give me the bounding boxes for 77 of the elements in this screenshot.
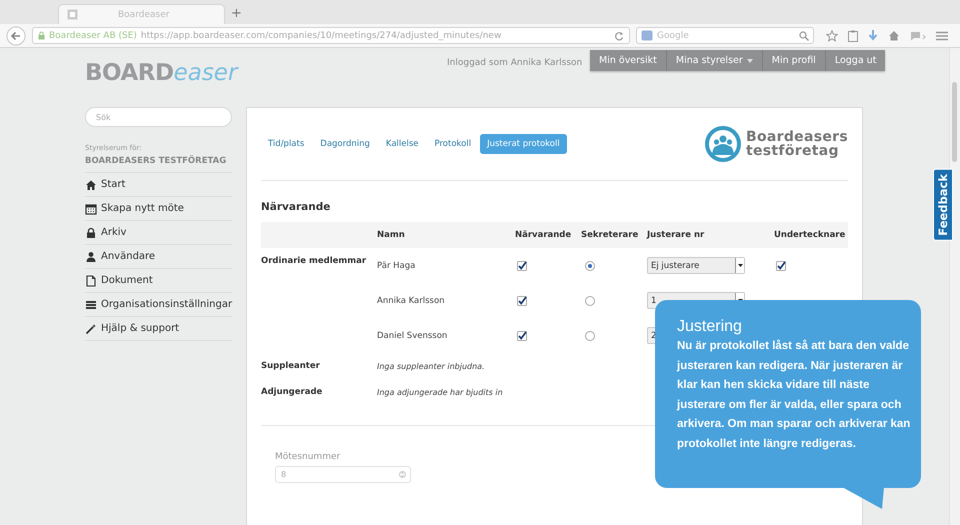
search-placeholder: Google (657, 30, 690, 40)
feedback-tab[interactable]: Feedback (933, 169, 953, 241)
person-icon (85, 250, 97, 262)
empty-note: Inga suppleanter inbjudna. (377, 362, 485, 370)
company-name: BOARDEASERS TESTFÖRETAG (85, 156, 232, 173)
field-label: Mötesnummer (275, 452, 342, 462)
tab[interactable]: Kallelse (378, 134, 426, 154)
column-header: Undertecknare (774, 230, 846, 240)
sidebar-item[interactable]: Start (101, 179, 126, 190)
member-name: Pär Haga (377, 260, 416, 270)
checked-checkbox[interactable] (517, 330, 527, 340)
company-logo-text: Boardeasers (746, 130, 848, 144)
selected-radio-button[interactable] (585, 260, 595, 270)
logged-in-text: Inloggad som Annika Karlsson (447, 57, 584, 70)
empty-note: Inga adjungerade har bjudits in (377, 388, 503, 396)
star-icon[interactable] (826, 30, 838, 42)
nav-button[interactable]: Min översikt (590, 50, 667, 71)
sidebar-item[interactable]: Användare (101, 251, 156, 262)
page-icon (67, 9, 78, 20)
calendar-icon (85, 202, 97, 214)
section-title: Närvarande (261, 201, 332, 213)
company-logo-text: testföretag (746, 144, 840, 158)
clipboard-icon[interactable] (848, 30, 858, 42)
number-field[interactable]: 8 (275, 466, 411, 483)
list-icon (85, 298, 97, 310)
home-icon[interactable] (888, 30, 900, 41)
checked-checkbox[interactable] (776, 260, 786, 270)
adjuster-dropdown[interactable]: Ej justerare (647, 257, 745, 274)
sidebar-item[interactable]: Dokument (101, 275, 153, 286)
lock-icon (85, 226, 97, 238)
url-text: https://app.boardeaser.com/companies/10/meetings/274/adjusted_minutes/new (140, 30, 502, 40)
site-logo[interactable]: BOARDeaser (85, 48, 447, 96)
nav-button[interactable]: Min profil (762, 50, 826, 71)
scrollbar[interactable] (949, 48, 960, 525)
house-icon (85, 178, 97, 190)
nav-button[interactable]: Mina styrelser (666, 50, 763, 71)
tab[interactable]: Tid/plats (261, 134, 312, 154)
tooltip-title: Justering (677, 318, 743, 336)
tab[interactable]: Dagordning (313, 134, 377, 154)
checked-checkbox[interactable] (517, 260, 527, 270)
radio-button[interactable] (585, 296, 595, 306)
document-icon (85, 274, 97, 286)
sidebar-item[interactable]: Hjälp & support (101, 323, 180, 334)
download-icon[interactable] (868, 30, 878, 42)
menu-icon[interactable] (936, 30, 948, 40)
people-logo-icon (704, 125, 742, 163)
member-name: Annika Karlsson (377, 296, 445, 306)
search-engine-icon (641, 30, 653, 41)
chat-icon[interactable] (910, 30, 926, 40)
tab-title: Boardeaser (118, 10, 170, 20)
search-icon[interactable] (799, 30, 809, 40)
column-header: Justerare nr (647, 230, 706, 240)
sidebar-item[interactable]: Arkiv (101, 227, 126, 238)
group-label: Suppleanter (261, 361, 320, 371)
caret-icon (738, 264, 742, 267)
group-label: Adjungerade (261, 387, 322, 397)
column-header: Sekreterare (581, 230, 640, 240)
checked-checkbox[interactable] (517, 296, 527, 306)
nav-button[interactable]: Logga ut (826, 50, 886, 71)
group-label: Ordinarie medlemmar (261, 256, 366, 266)
site-identity: Boardeaser AB (SE) (49, 30, 137, 40)
search-field[interactable]: Sök (85, 107, 232, 127)
reload-icon[interactable] (614, 30, 624, 40)
sidebar-item[interactable]: Organisationsinställningar (101, 299, 232, 310)
tab[interactable]: Justerat protokoll (480, 134, 567, 154)
column-header: Namn (377, 230, 406, 240)
column-header: Närvarande (515, 230, 572, 240)
tab[interactable]: Protokoll (428, 134, 478, 154)
new-tab-button[interactable]: + (231, 6, 242, 24)
tooltip-text: Nu är protokollet låst så att bara den valde justeraren kan redigera. När justeraren är klar kan hen skicka vidare till näste justerare om fler är valda, eller spara och arkivera. Om man sparar och arkiverar kan protokollet inte längre redigeras. (677, 338, 911, 452)
back-button[interactable] (6, 26, 26, 46)
lock-icon (38, 31, 45, 40)
sidebar-item[interactable]: Skapa nytt möte (101, 203, 184, 214)
spinner-icon[interactable] (399, 470, 406, 479)
member-name: Daniel Svensson (377, 330, 448, 340)
wand-icon (85, 322, 97, 334)
radio-button[interactable] (585, 330, 595, 340)
